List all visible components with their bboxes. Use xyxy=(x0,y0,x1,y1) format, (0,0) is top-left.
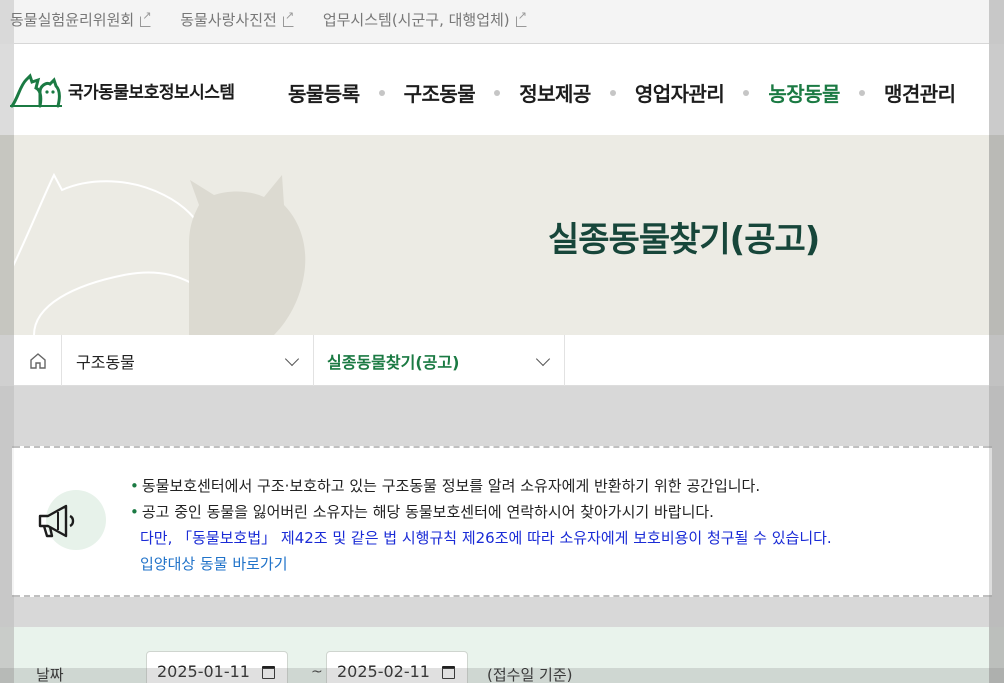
util-link-ethics-committee[interactable]: 동물실험윤리위원회 xyxy=(10,9,152,30)
date-from-input[interactable]: 2025-01-11 xyxy=(146,651,288,683)
date-to-input[interactable]: 2025-02-11 xyxy=(326,651,468,683)
breadcrumb-select-level1[interactable]: 구조동물 xyxy=(63,335,314,386)
notice-line-3: 다만, 「동물보호법」 제42조 및 같은 법 시행규칙 제26조에 따라 소유… xyxy=(140,529,832,547)
nav-separator-dot xyxy=(609,89,616,96)
breadcrumb-level2-label: 실종동물찾기(공고) xyxy=(327,352,460,372)
utility-bar: 동물실험윤리위원회 동물사랑사진전 업무시스템(시군구, 대행업체) xyxy=(0,0,1004,44)
utility-links: 동물실험윤리위원회 동물사랑사진전 업무시스템(시군구, 대행업체) xyxy=(10,9,556,30)
adoption-animals-link[interactable]: 입양대상 동물 바로가기 xyxy=(130,555,288,573)
util-link-photo-contest[interactable]: 동물사랑사진전 xyxy=(180,9,295,30)
chevron-down-icon xyxy=(284,351,300,367)
page-banner-inner xyxy=(14,135,989,335)
nav-separator-dot xyxy=(378,89,385,96)
notice-line-1-text: 동물보호센터에서 구조·보호하고 있는 구조동물 정보를 알려 소유자에게 반환… xyxy=(141,477,761,495)
logo-text: 국가동물보호정보시스템 xyxy=(68,82,235,103)
gnb-item-farm-animals[interactable]: 농장동물 xyxy=(768,78,840,107)
animal-outline-illustration xyxy=(14,172,306,335)
external-link-icon xyxy=(140,9,152,27)
date-from-value: 2025-01-11 xyxy=(157,661,250,681)
calendar-icon[interactable] xyxy=(262,666,275,679)
dog-cat-logo-icon xyxy=(10,73,62,108)
nav-separator-dot xyxy=(858,89,865,96)
gnb-item-rescued-animals[interactable]: 구조동물 xyxy=(404,78,476,107)
breadcrumb-home-button[interactable] xyxy=(14,335,62,386)
chevron-down-icon xyxy=(535,351,551,367)
util-link-label: 동물사랑사진전 xyxy=(180,11,277,29)
gnb-item-dangerous-dogs[interactable]: 맹견관리 xyxy=(884,78,956,107)
gnb-item-information[interactable]: 정보제공 xyxy=(519,78,591,107)
megaphone-icon xyxy=(38,504,75,538)
date-to-value: 2025-02-11 xyxy=(337,661,430,681)
util-link-label: 동물실험윤리위원회 xyxy=(10,11,135,29)
date-basis-note: (접수일 기준) xyxy=(487,666,573,683)
external-link-icon xyxy=(515,9,528,27)
nav-separator-dot xyxy=(494,89,501,96)
main-navigation: 동물등록 구조동물 정보제공 영업자관리 농장동물 맹견관리 xyxy=(288,78,956,107)
calendar-icon[interactable] xyxy=(442,666,455,679)
home-icon xyxy=(29,352,46,369)
page-banner xyxy=(0,135,1004,335)
breadcrumb-select-level2[interactable]: 실종동물찾기(공고) xyxy=(314,335,565,386)
util-link-label: 업무시스템(시군구, 대행업체) xyxy=(322,11,510,29)
page-title: 실종동물찾기(공고) xyxy=(548,220,820,260)
notice-line-1: • 동물보호센터에서 구조·보호하고 있는 구조동물 정보를 알려 소유자에게 반… xyxy=(130,477,761,495)
gnb-item-business-management[interactable]: 영업자관리 xyxy=(635,78,725,107)
nav-separator-dot xyxy=(743,89,750,96)
date-label: 날짜 xyxy=(36,666,64,683)
notice-line-2: • 공고 중인 동물을 잃어버린 소유자는 해당 동물보호센터에 연락하시어 찾아… xyxy=(130,503,714,521)
notice-line-2-text: 공고 중인 동물을 잃어버린 소유자는 해당 동물보호센터에 연락하시어 찾아가… xyxy=(141,503,714,521)
date-range-separator: ~ xyxy=(311,664,323,680)
site-logo[interactable]: 국가동물보호정보시스템 xyxy=(10,72,235,108)
util-link-work-system[interactable]: 업무시스템(시군구, 대행업체) xyxy=(323,9,528,30)
notice-text: • 동물보호센터에서 구조·보호하고 있는 구조동물 정보를 알려 소유자에게 반… xyxy=(130,473,832,577)
breadcrumb-level1-label: 구조동물 xyxy=(76,352,135,372)
gnb-item-registration[interactable]: 동물등록 xyxy=(288,78,360,107)
external-link-icon xyxy=(282,9,295,27)
